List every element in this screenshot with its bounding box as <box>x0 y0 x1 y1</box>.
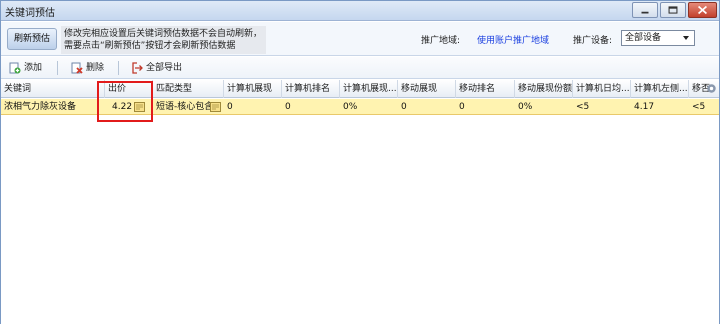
col-pc-rank[interactable]: 计算机排名 <box>282 80 340 98</box>
minimize-icon <box>641 11 649 14</box>
col-mobile-rank[interactable]: 移动排名 <box>456 80 515 98</box>
device-label: 推广设备: <box>573 36 613 46</box>
col-pc-daily[interactable]: 计算机日均... <box>573 80 631 98</box>
toolbar: 添加 删除 全部导出 <box>1 57 719 79</box>
maximize-button[interactable] <box>660 2 686 18</box>
bid-highlight-box <box>97 81 153 122</box>
add-label: 添加 <box>24 63 43 73</box>
delete-icon <box>71 62 83 74</box>
title-bar: 关键词预估 <box>1 1 719 21</box>
toolbar-separator <box>57 61 58 75</box>
col-mobile-share[interactable]: 移动展现份额 <box>515 80 573 98</box>
cell-mobile-impressions: 0 <box>401 102 407 112</box>
col-mobile-impressions[interactable]: 移动展现 <box>398 80 456 98</box>
refresh-estimate-button[interactable]: 刷新预估 <box>7 28 57 50</box>
device-select-value: 全部设备 <box>625 33 662 43</box>
col-pc-share[interactable]: 计算机展现... <box>340 80 398 98</box>
settings-icon[interactable] <box>706 83 717 94</box>
delete-button[interactable]: 删除 <box>71 60 111 76</box>
cell-pc-share: 0% <box>343 102 358 112</box>
close-button[interactable] <box>688 2 717 18</box>
export-all-button[interactable]: 全部导出 <box>131 60 191 76</box>
toolbar-separator <box>118 61 119 75</box>
cell-pc-left: 4.17 <box>634 102 655 112</box>
minimize-button[interactable] <box>632 2 658 18</box>
col-pc-impressions[interactable]: 计算机展现 <box>224 80 282 98</box>
maximize-icon <box>668 6 678 14</box>
device-select[interactable]: 全部设备 <box>621 30 695 46</box>
refresh-hint-line1: 修改完相应设置后关键词预估数据不会自动刷新， <box>64 29 263 39</box>
cell-mobile-share: 0% <box>518 102 533 112</box>
col-pc-left[interactable]: 计算机左侧... <box>631 80 689 98</box>
add-button[interactable]: 添加 <box>9 60 49 76</box>
cell-keyword: 浓相气力除灰设备 <box>4 102 77 112</box>
export-all-label: 全部导出 <box>146 63 183 73</box>
cell-pc-impressions: 0 <box>227 102 233 112</box>
close-icon <box>697 5 708 15</box>
cell-last: <5 <box>692 102 706 112</box>
refresh-hint: 修改完相应设置后关键词预估数据不会自动刷新， 需要点击“刷新预估”按钮才会刷新预… <box>61 26 266 54</box>
cell-pc-daily: <5 <box>576 102 590 112</box>
region-label: 推广地域: <box>421 36 461 46</box>
region-link[interactable]: 使用账户推广地域 <box>477 33 549 46</box>
export-icon <box>132 62 143 74</box>
add-icon <box>9 62 21 74</box>
col-keyword[interactable]: 关键词 <box>1 80 105 98</box>
note-icon[interactable] <box>210 102 221 112</box>
cell-match-type[interactable]: 短语-核心包含 <box>153 99 210 115</box>
window-title: 关键词预估 <box>5 8 55 19</box>
refresh-hint-line2: 需要点击“刷新预估”按钮才会刷新预估数据 <box>64 41 236 51</box>
keyword-estimate-window: 关键词预估 刷新预估 修改完相应设置后关键词预估数据不会自动刷新， 需要点击“刷… <box>0 0 720 324</box>
cell-mobile-rank: 0 <box>459 102 465 112</box>
col-match-type[interactable]: 匹配类型 <box>153 80 224 98</box>
dropdown-arrow-icon <box>683 36 689 40</box>
estimate-settings-bar: 刷新预估 修改完相应设置后关键词预估数据不会自动刷新， 需要点击“刷新预估”按钮… <box>1 22 719 56</box>
cell-pc-rank: 0 <box>285 102 291 112</box>
delete-label: 删除 <box>86 63 105 73</box>
